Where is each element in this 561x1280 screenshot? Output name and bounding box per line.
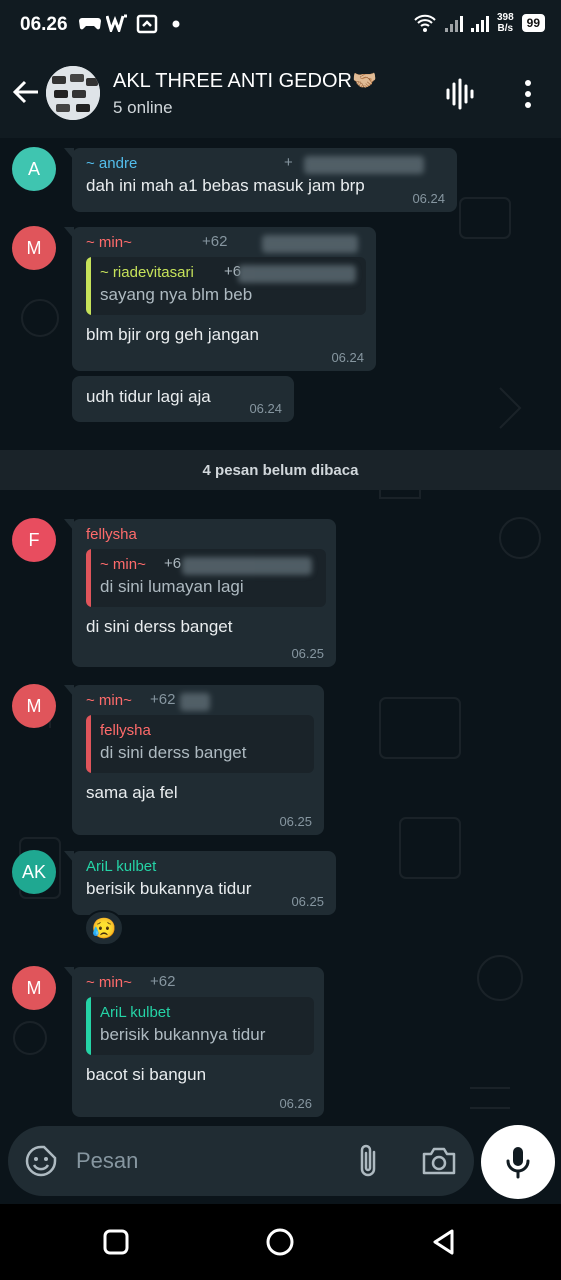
game-controller-icon xyxy=(78,14,102,37)
microphone-button[interactable] xyxy=(481,1125,555,1199)
status-time: 06.26 xyxy=(20,14,68,35)
system-nav-bar xyxy=(0,1204,561,1280)
back-icon[interactable] xyxy=(428,1226,460,1258)
camera-icon[interactable] xyxy=(420,1144,458,1178)
quote-sender: fellysha xyxy=(100,722,151,739)
reaction-emoji[interactable]: 😥 xyxy=(84,910,124,946)
quote-bar xyxy=(86,257,91,315)
redacted-phone xyxy=(262,235,358,253)
avatar-aril[interactable]: AK xyxy=(12,850,56,894)
quote-text: di sini lumayan lagi xyxy=(100,577,244,596)
signal-2-icon xyxy=(470,14,489,32)
quote-bar xyxy=(86,997,91,1055)
message-bubble[interactable]: ~ min~ +62 AriL kulbet berisik bukannya … xyxy=(64,967,324,1117)
message-text: dah ini mah a1 bebas masuk jam brp xyxy=(86,176,365,195)
message-text: berisik bukannya tidur xyxy=(86,879,252,898)
wifi-icon xyxy=(414,14,436,32)
sender-name[interactable]: AriL kulbet xyxy=(86,857,326,877)
battery-icon: 99 xyxy=(521,14,545,32)
sender-phone: +62 xyxy=(150,973,176,990)
message-bubble[interactable]: ~ andre + dah ini mah a1 bebas masuk jam… xyxy=(64,148,457,212)
avatar-min[interactable]: M xyxy=(12,684,56,728)
status-bar: 06.26 398 B/s 99 xyxy=(0,0,561,50)
message-bubble[interactable]: udh tidur lagi aja 06.24 xyxy=(72,376,294,422)
group-title[interactable]: AKL THREE ANTI GEDOR🤝🏼 xyxy=(113,68,377,93)
avatar-min[interactable]: M xyxy=(12,226,56,270)
quoted-message[interactable]: ~ min~ +6 di sini lumayan lagi xyxy=(86,549,326,607)
message-text: blm bjir org geh jangan xyxy=(86,325,259,344)
message-bubble[interactable]: fellysha ~ min~ +6 di sini lumayan lagi … xyxy=(64,519,336,667)
sender-name[interactable]: fellysha xyxy=(86,525,326,545)
message-time: 06.25 xyxy=(279,814,312,829)
chat-area[interactable]: A ~ andre + dah ini mah a1 bebas masuk j… xyxy=(0,138,561,1200)
group-avatar[interactable] xyxy=(46,66,100,120)
quoted-message[interactable]: fellysha di sini derss banget xyxy=(86,715,314,773)
quote-bar xyxy=(86,715,91,773)
redacted-phone xyxy=(238,265,356,283)
quoted-message[interactable]: ~ riadevitasari +6 sayang nya blm beb xyxy=(86,257,366,315)
message-input-bar[interactable]: Pesan xyxy=(8,1126,474,1196)
attach-icon[interactable] xyxy=(352,1142,386,1180)
unread-banner: 4 pesan belum dibaca xyxy=(0,450,561,490)
recents-icon[interactable] xyxy=(100,1226,132,1258)
online-count: 5 online xyxy=(113,98,173,117)
speed-unit: B/s xyxy=(497,23,514,34)
redacted-phone xyxy=(304,156,424,174)
avatar-min[interactable]: M xyxy=(12,966,56,1010)
quote-phone: +6 xyxy=(164,555,182,572)
quote-text: di sini derss banget xyxy=(100,743,247,762)
signal-1-icon xyxy=(444,14,463,32)
avatar-andre[interactable]: A xyxy=(12,147,56,191)
sender-phone: +62 xyxy=(150,691,176,708)
message-bubble[interactable]: ~ min~ +62 fellysha di sini derss banget… xyxy=(64,685,324,835)
quoted-message[interactable]: AriL kulbet berisik bukannya tidur xyxy=(86,997,314,1055)
quote-text: berisik bukannya tidur xyxy=(100,1025,266,1044)
dot-icon xyxy=(172,14,180,37)
message-input[interactable]: Pesan xyxy=(76,1148,138,1174)
redacted-phone xyxy=(182,557,312,575)
message-time: 06.24 xyxy=(412,191,445,206)
home-icon[interactable] xyxy=(264,1226,296,1258)
screenshot-icon xyxy=(136,14,158,39)
status-right: 398 B/s 99 xyxy=(413,12,545,34)
message-bubble[interactable]: AriL kulbet berisik bukannya tidur 06.25 xyxy=(64,851,336,915)
microphone-icon xyxy=(506,1147,530,1179)
voice-chat-icon[interactable] xyxy=(442,74,478,114)
quote-bar xyxy=(86,549,91,607)
sender-name[interactable]: ~ min~ xyxy=(86,973,314,993)
message-time: 06.25 xyxy=(291,894,324,909)
quote-text: sayang nya blm beb xyxy=(100,285,253,304)
more-options-icon[interactable] xyxy=(510,74,546,114)
message-text: di sini derss banget xyxy=(86,617,233,636)
redacted-phone xyxy=(180,693,210,711)
quote-sender: AriL kulbet xyxy=(100,1004,171,1021)
w-app-icon xyxy=(105,14,128,37)
message-text: sama aja fel xyxy=(86,783,178,802)
message-time: 06.24 xyxy=(331,350,364,365)
avatar-fellysha[interactable]: F xyxy=(12,518,56,562)
speed-value: 398 xyxy=(496,12,514,23)
sender-phone: +62 xyxy=(202,233,228,250)
back-arrow-icon[interactable] xyxy=(10,76,42,108)
message-time: 06.24 xyxy=(249,401,282,416)
message-bubble[interactable]: ~ min~ +62 ~ riadevitasari +6 sayang nya… xyxy=(64,227,376,371)
sender-phone: + xyxy=(284,154,293,171)
emoji-sticker-icon[interactable] xyxy=(24,1144,58,1178)
chat-header: AKL THREE ANTI GEDOR🤝🏼 5 online xyxy=(0,50,561,138)
message-time: 06.25 xyxy=(291,646,324,661)
network-speed: 398 B/s xyxy=(497,12,514,34)
message-time: 06.26 xyxy=(279,1096,312,1111)
message-text: bacot si bangun xyxy=(86,1065,207,1084)
